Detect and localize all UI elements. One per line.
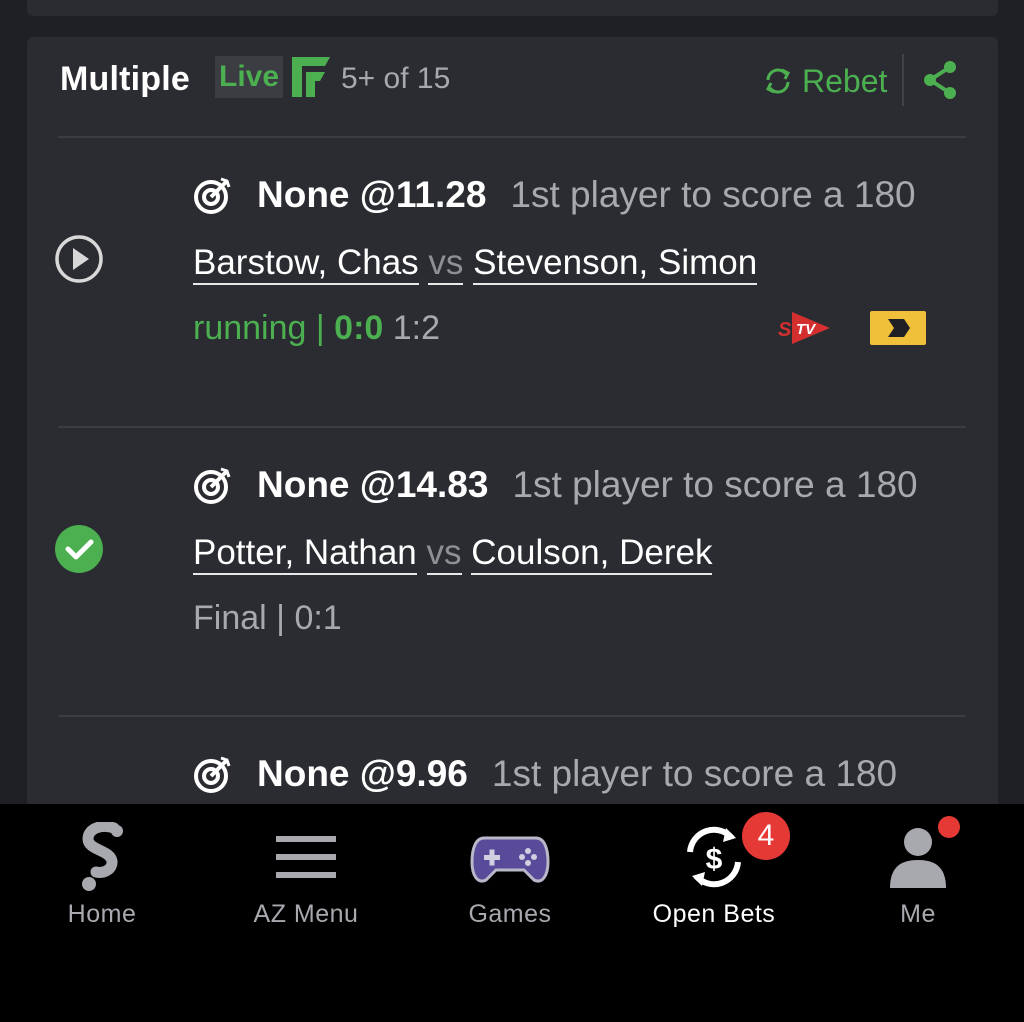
stv-stream-icon[interactable]: S TV bbox=[776, 310, 832, 346]
divider bbox=[58, 136, 966, 138]
state-label: running bbox=[193, 309, 307, 347]
nav-label: Me bbox=[900, 900, 936, 928]
player-two: Coulson, Derek bbox=[471, 533, 713, 575]
nav-open-bets[interactable]: $ 4 Open Bets bbox=[612, 804, 816, 964]
match-link[interactable]: Potter, Nathan vs Coulson, Derek bbox=[193, 533, 713, 575]
player-two: Stevenson, Simon bbox=[473, 243, 758, 285]
nav-label: Open Bets bbox=[652, 900, 776, 928]
rebet-button[interactable]: Rebet bbox=[762, 60, 887, 102]
dart-target-icon bbox=[194, 756, 231, 793]
dart-target-icon bbox=[194, 177, 231, 214]
gamepad-icon bbox=[470, 836, 550, 883]
nav-az-menu[interactable]: AZ Menu bbox=[204, 804, 408, 964]
refresh-icon bbox=[765, 68, 791, 94]
selection-odds: None @14.83 bbox=[257, 464, 489, 505]
bottom-nav: Home AZ Menu Games $ 4 Open Bets Me bbox=[0, 804, 1024, 1022]
selection-odds: None @11.28 bbox=[257, 174, 487, 215]
nav-me[interactable]: Me bbox=[816, 804, 1020, 964]
divider bbox=[58, 715, 966, 717]
state-separator: | bbox=[276, 599, 285, 637]
vs-label: vs bbox=[428, 243, 464, 285]
live-badge: Live bbox=[215, 56, 284, 98]
svg-text:$: $ bbox=[706, 843, 723, 876]
nav-games[interactable]: Games bbox=[408, 804, 612, 964]
check-circle-icon bbox=[55, 525, 103, 573]
bet-line: None @11.28 1st player to score a 180 bbox=[193, 170, 916, 220]
share-icon[interactable] bbox=[920, 59, 960, 101]
selection-count: 5+ of 15 bbox=[341, 62, 451, 95]
bet-line: None @14.83 1st player to score a 180 bbox=[193, 460, 918, 510]
dart-target-icon bbox=[194, 467, 231, 504]
svg-text:TV: TV bbox=[796, 321, 817, 338]
bet-card bbox=[27, 37, 998, 827]
divider bbox=[58, 426, 966, 428]
bet-line: None @9.96 1st player to score a 180 bbox=[193, 749, 897, 799]
bet-card-header: Multiple Live 5+ of 15 Rebet bbox=[60, 54, 970, 106]
nav-label: Home bbox=[67, 900, 137, 928]
match-state: running | 0:0 1:2 bbox=[193, 309, 440, 348]
open-bets-badge: 4 bbox=[742, 812, 790, 860]
state-label: Final bbox=[193, 599, 267, 637]
selection-odds: None @9.96 bbox=[257, 753, 468, 794]
state-separator: | bbox=[315, 309, 325, 347]
player-one: Barstow, Chas bbox=[193, 243, 419, 285]
video-stream-icon[interactable] bbox=[870, 311, 926, 345]
play-circle-icon[interactable] bbox=[54, 234, 104, 284]
player-one: Potter, Nathan bbox=[193, 533, 417, 575]
previous-card bbox=[27, 0, 998, 16]
header-divider bbox=[902, 54, 904, 106]
home-s-icon bbox=[82, 822, 123, 891]
svg-text:S: S bbox=[778, 319, 792, 341]
nav-home[interactable]: Home bbox=[0, 804, 204, 964]
nav-label: AZ Menu bbox=[253, 900, 359, 928]
market-name: 1st player to score a 180 bbox=[510, 174, 916, 215]
vs-label: vs bbox=[426, 533, 462, 575]
live-score: 0:0 bbox=[334, 309, 384, 347]
rebet-label: Rebet bbox=[802, 62, 888, 99]
bet-type-title: Multiple bbox=[60, 60, 191, 98]
market-name: 1st player to score a 180 bbox=[491, 753, 898, 794]
final-score: 0:1 bbox=[294, 599, 342, 637]
hamburger-icon bbox=[276, 836, 336, 878]
notification-dot bbox=[938, 816, 960, 838]
set-score: 1:2 bbox=[392, 309, 441, 347]
nav-label: Games bbox=[468, 900, 552, 928]
market-name: 1st player to score a 180 bbox=[512, 464, 918, 505]
match-link[interactable]: Barstow, Chas vs Stevenson, Simon bbox=[193, 243, 758, 285]
match-state: Final | 0:1 bbox=[193, 599, 342, 638]
brand-f-logo-icon bbox=[292, 57, 330, 97]
